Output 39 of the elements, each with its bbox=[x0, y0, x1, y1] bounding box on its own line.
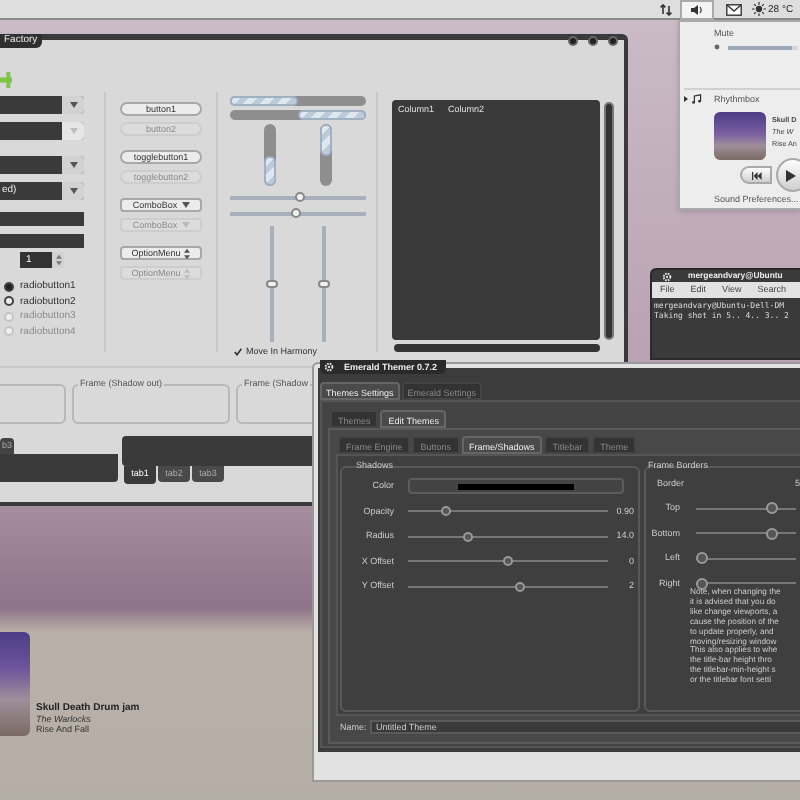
network-arrows-icon[interactable] bbox=[660, 4, 672, 16]
caret-icon bbox=[69, 188, 77, 194]
frame bbox=[0, 384, 66, 424]
color-swatch bbox=[458, 483, 574, 489]
gear-icon[interactable] bbox=[324, 362, 334, 372]
combo-box[interactable] bbox=[0, 96, 84, 114]
color-button[interactable] bbox=[408, 478, 624, 494]
scrollbar[interactable] bbox=[604, 102, 614, 340]
radio-icon[interactable] bbox=[4, 281, 14, 291]
slider-thumb[interactable] bbox=[515, 581, 525, 591]
slider-thumb[interactable] bbox=[463, 531, 473, 541]
album-art bbox=[0, 632, 30, 736]
combo-box[interactable] bbox=[0, 156, 84, 174]
slider-thumb[interactable] bbox=[295, 192, 306, 202]
slider-thumb[interactable] bbox=[441, 506, 451, 516]
album-art bbox=[714, 112, 766, 160]
slider-thumb[interactable] bbox=[266, 280, 278, 288]
play-button[interactable] bbox=[776, 158, 800, 192]
caret-icon bbox=[69, 128, 77, 134]
checkbox-icon[interactable] bbox=[234, 347, 242, 355]
sun-icon[interactable] bbox=[752, 2, 766, 16]
notebook-panel bbox=[0, 454, 118, 482]
play-icon bbox=[786, 169, 796, 181]
slider-thumb[interactable] bbox=[503, 556, 513, 566]
slider-thumb[interactable] bbox=[318, 280, 330, 288]
previous-button[interactable] bbox=[740, 166, 772, 184]
caret-icon bbox=[69, 162, 77, 168]
skip-back-icon bbox=[751, 171, 761, 179]
radio-icon[interactable] bbox=[4, 296, 14, 306]
caret-icon bbox=[69, 102, 77, 108]
volume-indicator[interactable] bbox=[680, 0, 714, 20]
gear-icon[interactable] bbox=[662, 272, 672, 282]
scrollbar[interactable] bbox=[394, 344, 600, 352]
updown-arrows-icon bbox=[184, 247, 191, 259]
mail-icon[interactable] bbox=[726, 4, 742, 16]
spin-arrows-icon bbox=[55, 254, 61, 266]
slider-thumb[interactable] bbox=[291, 208, 302, 218]
caret-icon bbox=[181, 202, 190, 208]
music-note-icon bbox=[692, 94, 702, 104]
